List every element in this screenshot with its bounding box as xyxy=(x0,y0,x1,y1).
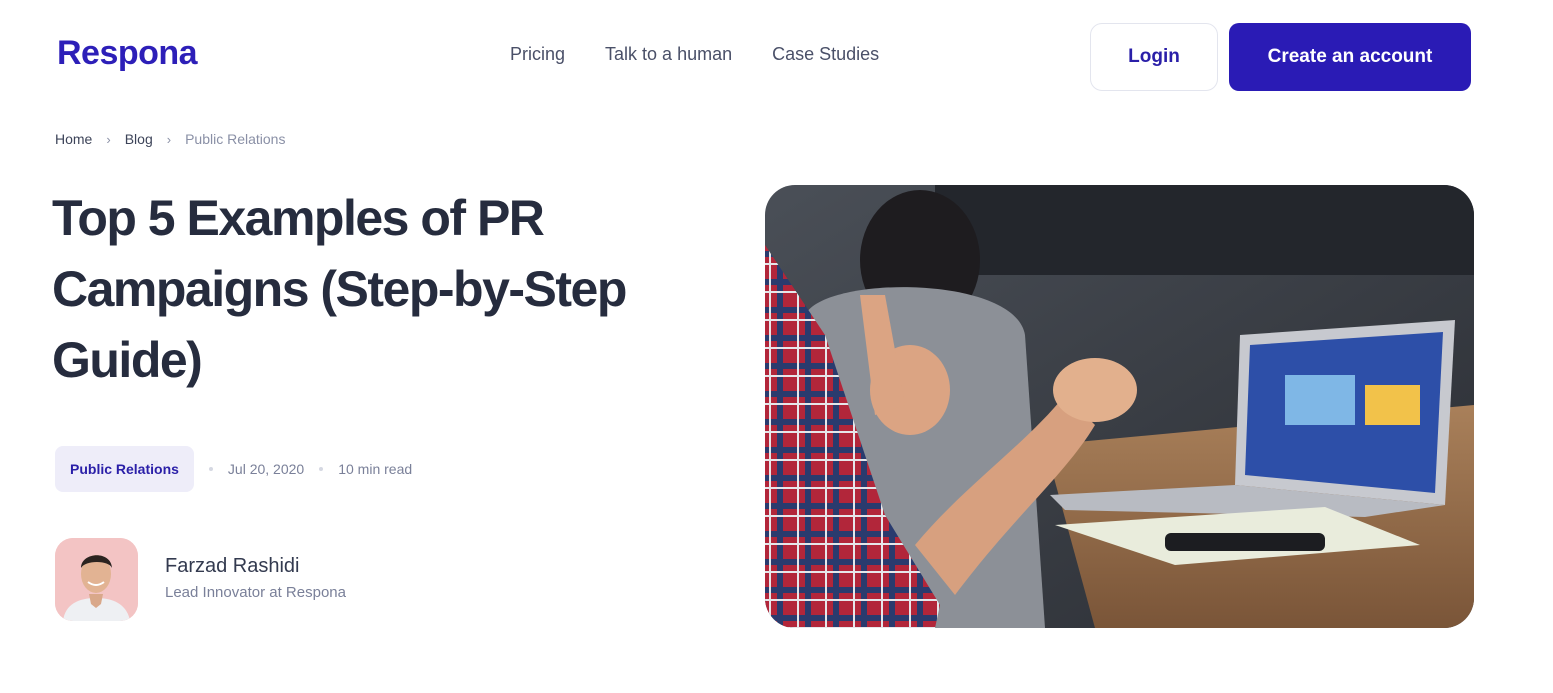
respona-logo[interactable]: Respona xyxy=(57,34,198,73)
nav-case-studies[interactable]: Case Studies xyxy=(772,44,879,65)
author-avatar xyxy=(55,538,138,621)
breadcrumb-blog[interactable]: Blog xyxy=(125,131,153,147)
main-nav: Pricing Talk to a human Case Studies xyxy=(510,44,879,65)
separator-dot xyxy=(319,467,324,471)
create-account-button[interactable]: Create an account xyxy=(1229,23,1471,91)
separator-dot xyxy=(208,467,213,471)
chevron-right-icon: › xyxy=(106,131,111,147)
hero-image xyxy=(765,185,1474,628)
login-button[interactable]: Login xyxy=(1090,23,1218,91)
page-title: Top 5 Examples of PR Campaigns (Step-by-… xyxy=(52,190,627,388)
read-time: 10 min read xyxy=(338,461,413,477)
breadcrumb: Home › Blog › Public Relations xyxy=(55,131,285,147)
nav-talk-to-a-human[interactable]: Talk to a human xyxy=(605,44,732,65)
breadcrumb-home[interactable]: Home xyxy=(55,131,92,147)
nav-pricing[interactable]: Pricing xyxy=(510,44,565,65)
chevron-right-icon: › xyxy=(166,131,172,147)
publish-date: Jul 20, 2020 xyxy=(227,461,305,477)
author-role: Lead Innovator at Respona xyxy=(165,584,346,601)
article-meta: Public Relations Jul 20, 2020 10 min rea… xyxy=(55,446,412,492)
author-name[interactable]: Farzad Rashidi xyxy=(165,555,300,578)
breadcrumb-current[interactable]: Public Relations xyxy=(185,131,285,147)
category-tag[interactable]: Public Relations xyxy=(55,446,194,492)
